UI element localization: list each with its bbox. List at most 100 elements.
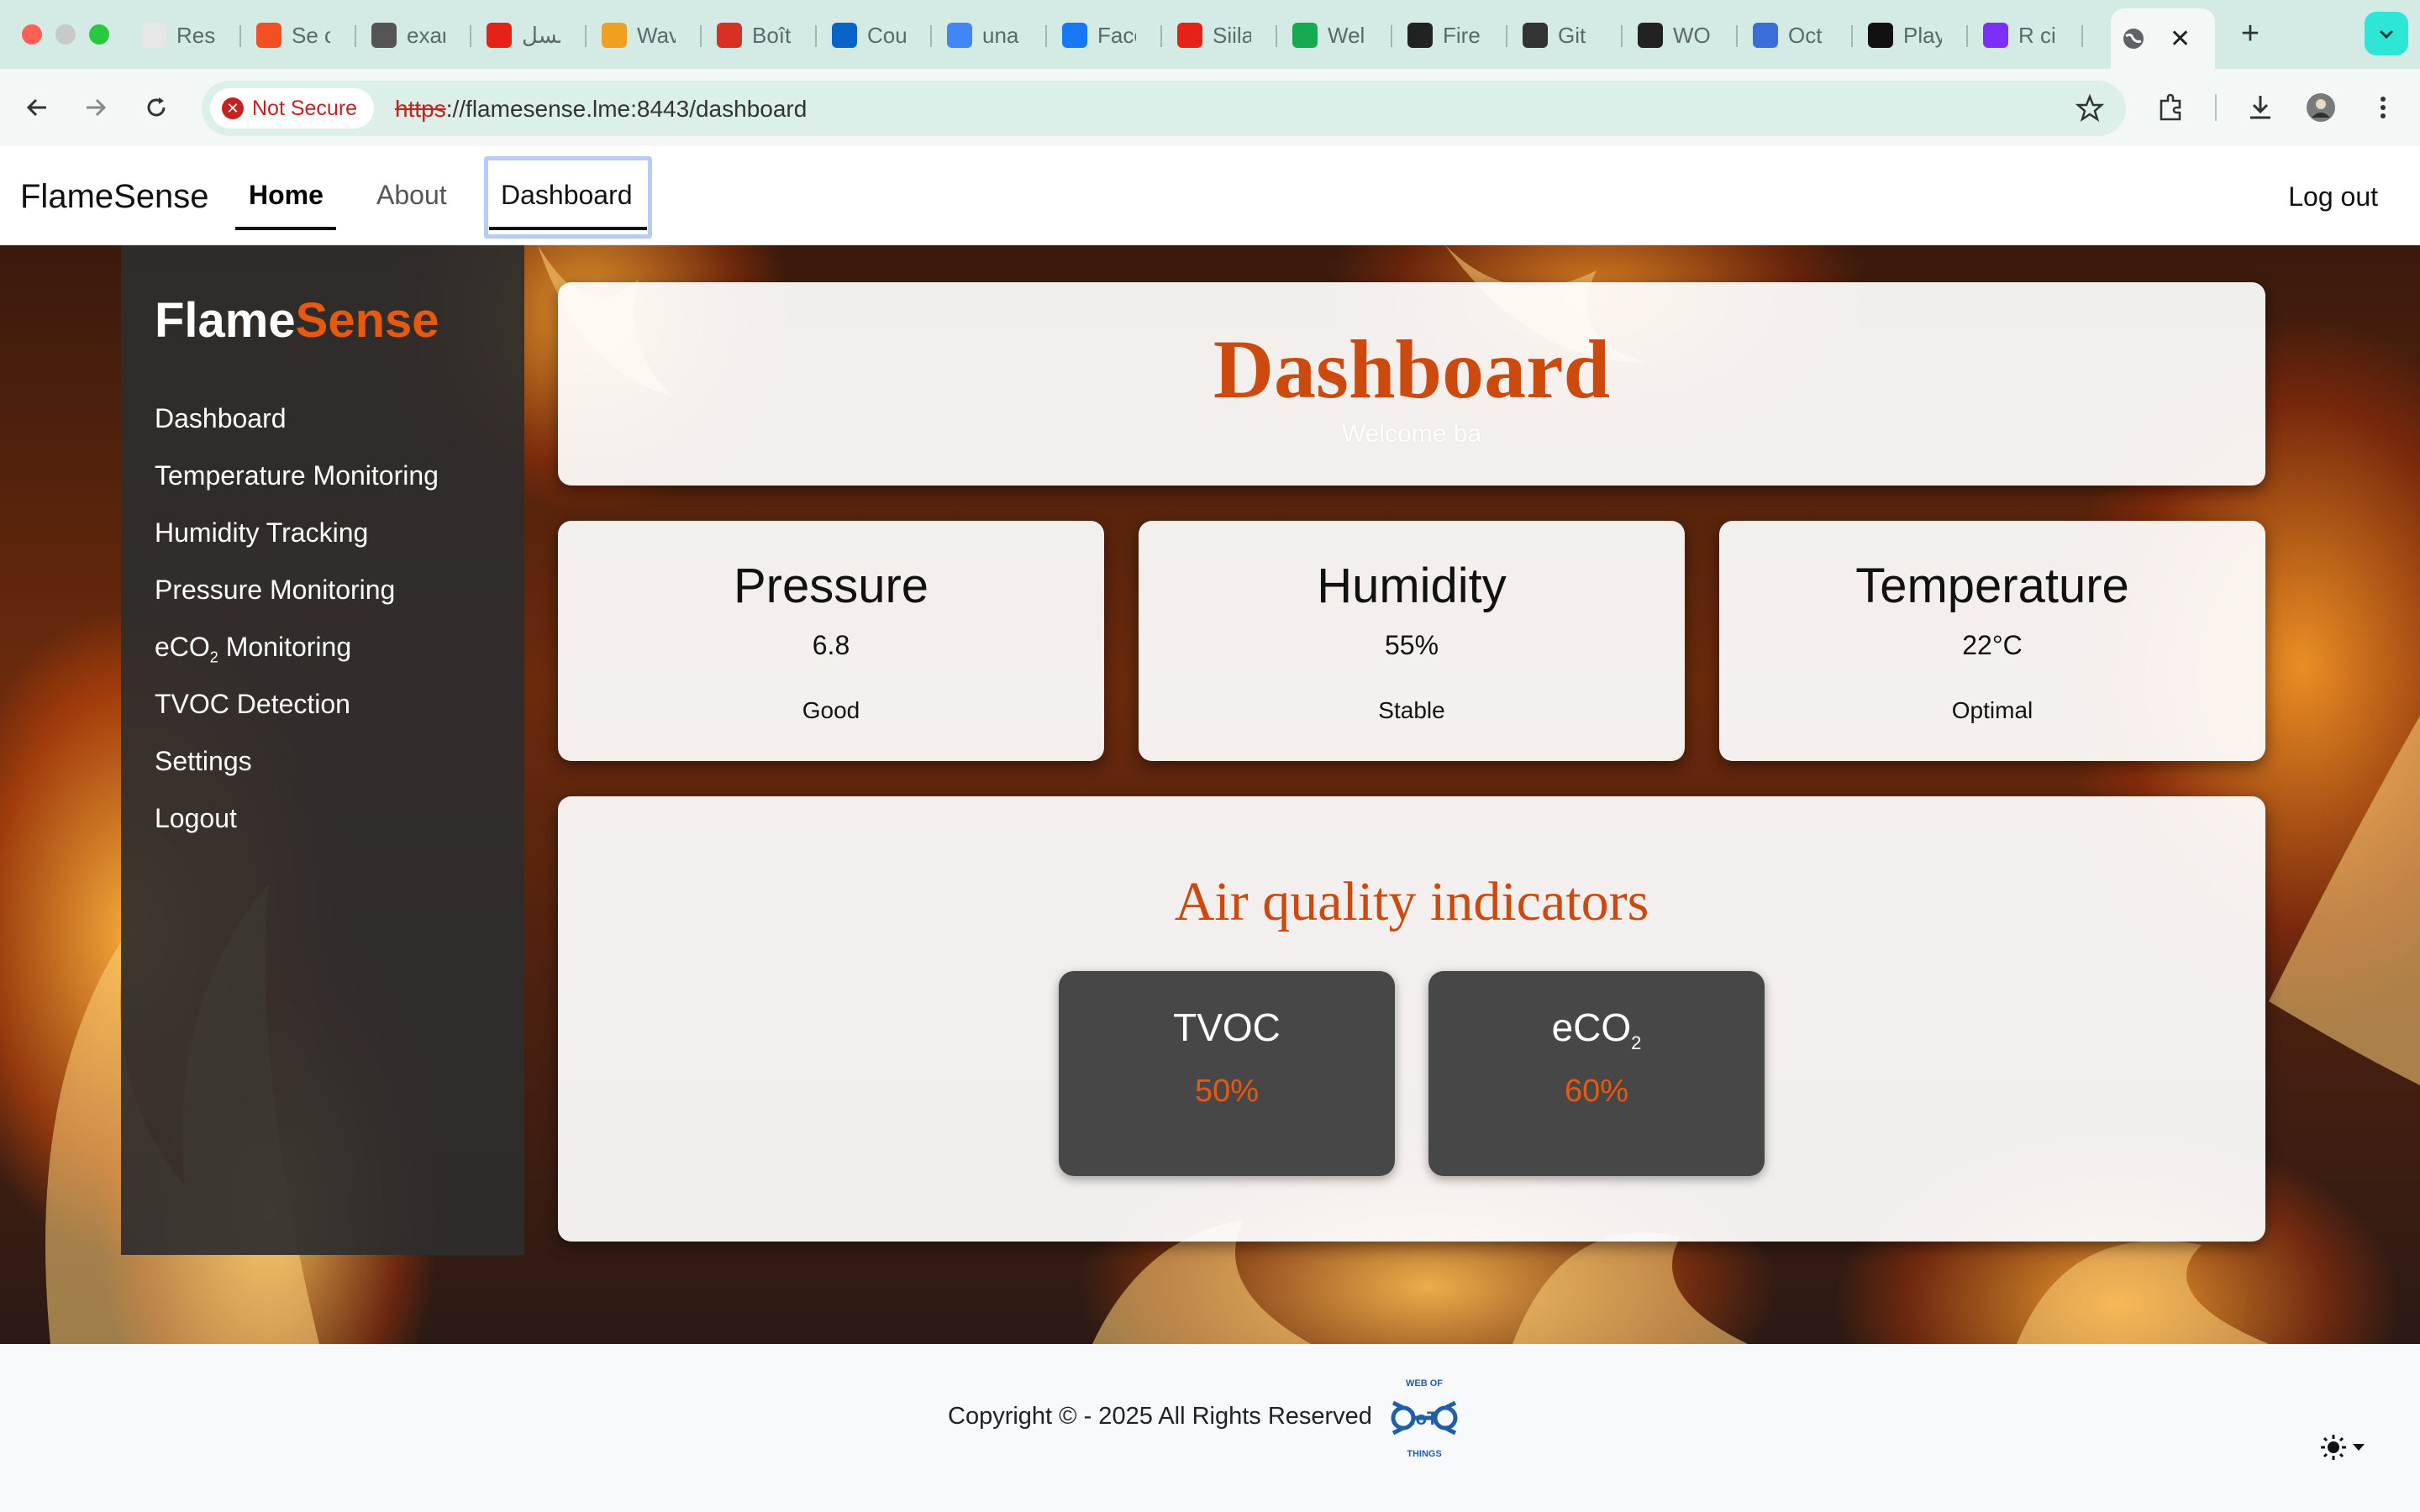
browser-tab[interactable]: Cou — [822, 12, 929, 59]
eco2-name-subscript: 2 — [1631, 1032, 1642, 1054]
eco2-prefix: eCO — [155, 632, 210, 662]
browser-tab[interactable]: Fire — [1397, 12, 1504, 59]
sidebar-item-eco2[interactable]: eCO2 Monitoring — [155, 632, 351, 666]
dashboard-underline — [489, 227, 647, 230]
tab-separator — [700, 25, 702, 47]
footer: Copyright © - 2025 All Rights Reserved W… — [0, 1344, 2420, 1512]
browser-tab[interactable]: una — [937, 12, 1044, 59]
toolbar-divider — [2215, 94, 2217, 121]
browser-tab[interactable]: exar — [361, 12, 468, 59]
tab-title: Play — [1903, 22, 1942, 48]
browser-menu-icon[interactable] — [2365, 89, 2402, 126]
tab-favicon-icon — [1753, 23, 1778, 48]
tab-separator — [1736, 25, 1738, 47]
tab-title: Git — [1558, 22, 1586, 48]
url-text[interactable]: https://flamesense.lme:8443/dashboard — [395, 96, 807, 123]
tab-favicon-icon — [1523, 23, 1548, 48]
browser-tab[interactable]: Face — [1052, 12, 1159, 59]
browser-tab[interactable]: Siila — [1167, 12, 1274, 59]
browser-tab[interactable]: Wav — [592, 12, 698, 59]
tab-separator — [1045, 25, 1047, 47]
browser-tab[interactable]: R ci — [1973, 12, 2080, 59]
sidebar-item-logout[interactable]: Logout — [155, 803, 237, 834]
nav-about-link[interactable]: About — [376, 180, 447, 211]
browser-tab[interactable]: Rest — [131, 12, 238, 59]
tab-favicon-icon — [1638, 23, 1663, 48]
forward-button[interactable] — [77, 89, 114, 126]
bookmark-star-icon[interactable] — [2075, 93, 2105, 127]
tab-separator — [239, 25, 241, 47]
browser-tab[interactable]: Boît — [707, 12, 813, 59]
stat-status: Optimal — [1951, 697, 2033, 723]
nav-logout-link[interactable]: Log out — [2288, 181, 2378, 213]
air-quality-card: Air quality indicators TVOC 50% eCO2 60% — [558, 796, 2265, 1242]
welcome-text: Welcome ba — [1341, 420, 1482, 448]
security-indicator[interactable]: ✕ Not Secure — [210, 88, 375, 129]
tab-separator — [1621, 25, 1623, 47]
home-active-underline — [235, 227, 336, 230]
sidebar-item-pressure[interactable]: Pressure Monitoring — [155, 575, 395, 606]
back-arrow-icon — [26, 98, 46, 117]
tab-search-button[interactable] — [2365, 12, 2408, 55]
download-icon[interactable] — [2242, 89, 2279, 126]
browser-tab[interactable]: Wel — [1282, 12, 1389, 59]
globe-icon — [2121, 26, 2146, 51]
stat-name: Pressure — [733, 559, 929, 613]
address-bar[interactable]: ✕ Not Secure https://flamesense.lme:8443… — [202, 81, 2126, 136]
stat-name: Temperature — [1855, 559, 2129, 613]
tab-separator — [1851, 25, 1853, 47]
tab-separator — [815, 25, 817, 47]
navbar-brand[interactable]: FlameSense — [20, 178, 209, 216]
tab-favicon-icon — [1868, 23, 1893, 48]
sidebar-item-humidity[interactable]: Humidity Tracking — [155, 517, 368, 549]
tab-favicon-icon — [602, 23, 627, 48]
pressure-card: Pressure 6.8 Good — [558, 521, 1104, 761]
theme-toggle-button[interactable] — [2319, 1433, 2366, 1462]
browser-tab[interactable]: Oct — [1743, 12, 1849, 59]
browser-tab[interactable]: مسلسل — [476, 12, 583, 59]
close-window-button[interactable] — [22, 24, 42, 45]
new-tab-button[interactable]: + — [2232, 15, 2269, 52]
browser-tab[interactable]: Play — [1858, 12, 1965, 59]
browser-tab[interactable]: WO — [1628, 12, 1734, 59]
sidebar-item-settings[interactable]: Settings — [155, 746, 252, 777]
tab-favicon-icon — [1292, 23, 1318, 48]
browser-tab-active[interactable]: ✕ — [2111, 8, 2215, 69]
url-rest: ://flamesense.lme:8443/dashboard — [445, 96, 808, 122]
nav-dashboard-link[interactable]: Dashboard — [501, 180, 633, 211]
tab-title: Oct — [1788, 22, 1823, 48]
sidebar-item-temperature[interactable]: Temperature Monitoring — [155, 460, 439, 491]
nav-home-link[interactable]: Home — [249, 180, 324, 211]
tab-title: Siila — [1213, 22, 1251, 48]
sidebar-brand[interactable]: FlameSense — [155, 292, 439, 349]
copyright-text: Copyright © - 2025 All Rights Reserved — [948, 1403, 1372, 1430]
browser-tab[interactable]: Git — [1512, 12, 1619, 59]
browser-tab[interactable]: Se c — [246, 12, 353, 59]
close-tab-icon[interactable]: ✕ — [2170, 24, 2191, 54]
tab-separator — [1160, 25, 1162, 47]
tab-favicon-icon — [1062, 23, 1087, 48]
maximize-window-button[interactable] — [89, 24, 109, 45]
tab-separator — [355, 25, 356, 47]
dashboard-header-card: Dashboard Welcome ba — [558, 282, 2265, 486]
sidebar-item-tvoc[interactable]: TVOC Detection — [155, 689, 350, 720]
extensions-icon[interactable] — [2153, 89, 2190, 126]
reload-button[interactable] — [138, 89, 175, 126]
back-button[interactable] — [18, 89, 55, 126]
stat-value: 6.8 — [812, 630, 850, 660]
sidebar-item-dashboard[interactable]: Dashboard — [155, 403, 287, 434]
sidebar-brand-part2: Sense — [295, 293, 439, 348]
minimize-window-button[interactable] — [55, 24, 76, 45]
tab-separator — [1966, 25, 1968, 47]
site-navbar: FlameSense Home About Dashboard Log out — [0, 146, 2420, 245]
humidity-card: Humidity 55% Stable — [1139, 521, 1685, 761]
forward-arrow-icon — [87, 98, 107, 117]
profile-avatar[interactable] — [2302, 89, 2339, 126]
stat-status: Stable — [1378, 697, 1445, 723]
tab-title: una — [982, 22, 1019, 48]
tab-separator — [1506, 25, 1507, 47]
sun-icon — [2321, 1435, 2346, 1460]
tvoc-value: 50% — [1194, 1074, 1260, 1109]
tvoc-name: TVOC — [1173, 1005, 1281, 1049]
tab-separator — [2081, 25, 2083, 47]
